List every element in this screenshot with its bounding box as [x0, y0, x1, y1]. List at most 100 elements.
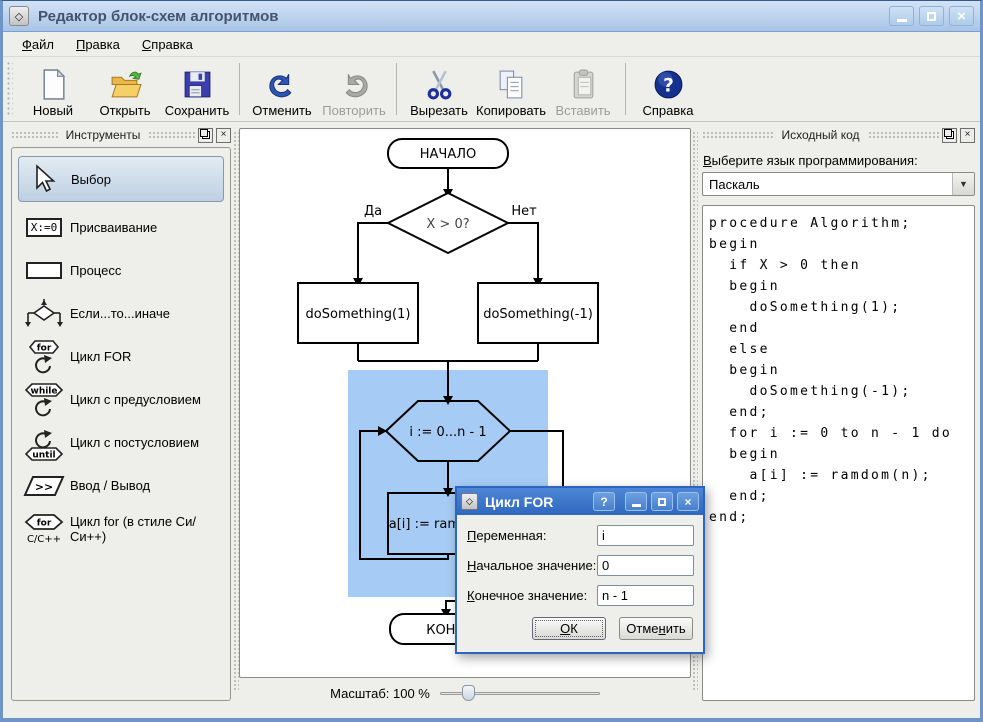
save-floppy-icon [184, 71, 210, 98]
code-line: end; [709, 510, 750, 525]
redo-icon [345, 73, 368, 98]
tools-panel-header: Инструменты × [11, 126, 232, 144]
start-value-input[interactable]: 0 [597, 555, 694, 576]
new-button[interactable]: Новый [17, 57, 89, 121]
dock-stipple [148, 131, 196, 139]
tools-float-button[interactable] [198, 127, 214, 143]
no-branch-label: Нет [511, 204, 537, 219]
c-for-loop-icon: for C/C++ [24, 513, 64, 545]
if-icon [25, 298, 63, 327]
dialog-close-button[interactable]: × [677, 492, 699, 511]
open-button[interactable]: Открыть [89, 57, 161, 121]
source-panel-title: Исходный код [781, 128, 860, 142]
language-combobox[interactable]: Паскаль ▼ [702, 172, 975, 196]
tool-input-output[interactable]: >> Ввод / Вывод [18, 464, 224, 507]
tools-panel-title: Инструменты [65, 128, 141, 142]
tool-until-loop[interactable]: until Цикл с постусловием [18, 421, 224, 464]
undo-button[interactable]: Отменить [246, 57, 318, 121]
ok-button[interactable]: ОК [532, 617, 606, 640]
svg-text:for: for [37, 343, 52, 353]
combo-dropdown-button[interactable]: ▼ [952, 173, 974, 195]
new-document-icon [42, 68, 65, 100]
menu-bar: Файл Правка Справка [3, 33, 980, 57]
chevron-down-icon: ▼ [959, 179, 968, 189]
then-process-label: doSomething(1) [306, 307, 411, 322]
toolbar: Новый Открыть Сохранить Отменить Повтори… [3, 57, 980, 122]
menu-file[interactable]: Файл [11, 34, 65, 55]
toolbar-separator [625, 63, 626, 115]
float-icon [199, 129, 210, 139]
toolbar-separator [396, 63, 397, 115]
svg-text:?: ? [663, 76, 674, 97]
zoom-slider-handle[interactable] [461, 685, 475, 701]
yes-branch-label: Да [364, 204, 382, 219]
tool-while-loop[interactable]: while Цикл с предусловием [18, 378, 224, 421]
menu-edit[interactable]: Правка [65, 34, 131, 55]
end-value-input[interactable]: n - 1 [597, 585, 694, 606]
tool-assignment[interactable]: X:=0 Присваивание [18, 206, 224, 249]
cut-button[interactable]: Вырезать [403, 57, 475, 121]
dock-stipple [702, 131, 774, 139]
save-button[interactable]: Сохранить [161, 57, 233, 121]
svg-text:until: until [32, 450, 55, 460]
dialog-minimize-button[interactable] [625, 492, 647, 511]
maximize-button[interactable] [919, 6, 944, 26]
dialog-maximize-button[interactable] [651, 492, 673, 511]
cancel-button[interactable]: Отменить [619, 617, 693, 640]
help-button[interactable]: ? Справка [632, 57, 704, 121]
tool-for-loop[interactable]: for Цикл FOR [18, 335, 224, 378]
title-bar: ◇ Редактор блок-схем алгоритмов × [3, 1, 980, 32]
svg-text:>>: >> [35, 480, 53, 493]
tools-close-button[interactable]: × [216, 127, 232, 143]
clipboard-icon [573, 69, 593, 99]
code-line: begin [709, 447, 780, 462]
window-title: Редактор блок-схем алгоритмов [38, 7, 279, 25]
close-icon: × [220, 129, 227, 140]
menu-help[interactable]: Справка [131, 34, 204, 55]
tool-c-for-loop[interactable]: for C/C++ Цикл for (в стиле Си/Си++) [18, 507, 224, 550]
svg-text:while: while [31, 386, 58, 396]
code-line: procedure Algorithm; [709, 216, 912, 231]
code-line: end [709, 321, 760, 336]
language-label: Выберите язык программирования: [703, 153, 918, 168]
close-button[interactable]: × [949, 6, 974, 26]
code-line: else [709, 342, 770, 357]
process-icon [26, 262, 62, 279]
svg-text:C/C++: C/C++ [27, 534, 61, 545]
dialog-help-button[interactable]: ? [593, 492, 615, 511]
toolbar-separator [239, 63, 240, 115]
source-code-area[interactable]: procedure Algorithm; begin if X > 0 then… [702, 205, 975, 701]
tool-if-then-else[interactable]: Если...то...иначе [18, 292, 224, 335]
undo-icon [268, 73, 291, 98]
dialog-title: Цикл FOR [485, 493, 554, 510]
toolbar-drag-handle[interactable] [6, 61, 13, 117]
source-panel-header: Исходный код × [702, 126, 975, 144]
variable-input[interactable]: i [597, 525, 694, 546]
language-value: Паскаль [709, 176, 760, 192]
end-value-label: Конечное значение: [467, 588, 588, 603]
dialog-title-bar[interactable]: ◇ Цикл FOR ? × [457, 488, 703, 515]
cursor-icon [36, 164, 56, 193]
zoom-slider[interactable] [439, 684, 600, 702]
while-loop-icon: while [24, 382, 64, 416]
minimize-button[interactable] [889, 6, 914, 26]
close-icon: × [684, 494, 692, 509]
app-icon[interactable]: ◇ [9, 6, 29, 26]
minimize-icon [896, 18, 907, 22]
tool-select[interactable]: Выбор [18, 156, 224, 202]
tool-process[interactable]: Процесс [18, 249, 224, 292]
variable-label: Переменная: [467, 528, 547, 543]
tools-panel: Выбор X:=0 Присваивание Процесс Если...т… [11, 147, 231, 701]
copy-button[interactable]: Копировать [475, 57, 547, 121]
code-line: doSomething(-1); [709, 384, 912, 399]
help-icon: ? [654, 70, 682, 99]
source-close-button[interactable]: × [960, 127, 975, 143]
start-value-label: Начальное значение: [467, 558, 597, 573]
minimize-icon [631, 503, 641, 507]
redo-button[interactable]: Повторить [318, 57, 390, 121]
source-float-button[interactable] [942, 127, 957, 143]
close-icon: × [957, 7, 966, 25]
code-line: end; [709, 489, 770, 504]
paste-button[interactable]: Вставить [547, 57, 619, 121]
until-loop-icon: until [24, 429, 64, 461]
